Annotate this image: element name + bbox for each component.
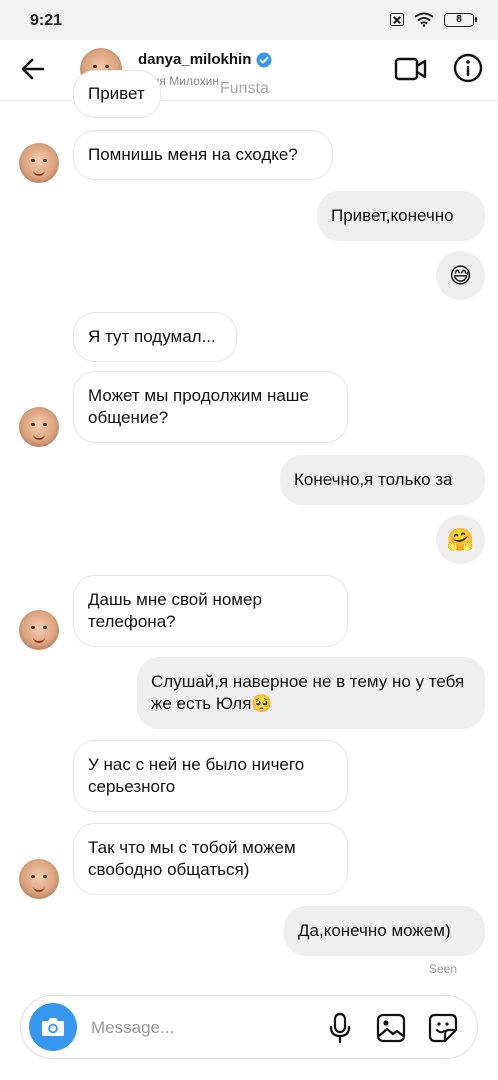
message-thread[interactable]: Привет Помнишь меня на сходке? Привет,ко…: [0, 70, 498, 990]
message-composer: [20, 995, 478, 1059]
status-icons: 8: [390, 12, 477, 27]
message-outgoing[interactable]: Конечно,я только за: [280, 455, 485, 505]
avatar-mouth: [33, 637, 45, 643]
avatar-eye: [43, 159, 47, 162]
sender-avatar[interactable]: [19, 143, 59, 183]
header-username-row[interactable]: danya_milokhin: [138, 51, 272, 68]
message-incoming[interactable]: Так что мы с тобой можем свободно общать…: [73, 823, 348, 895]
message-text: У нас с ней не было ничего серьезного: [88, 755, 305, 796]
info-icon[interactable]: [452, 52, 484, 84]
avatar-eye: [43, 626, 47, 629]
wifi-icon: [414, 12, 434, 27]
message-text: Привет: [88, 84, 145, 103]
message-incoming[interactable]: Я тут подумал...: [73, 312, 237, 362]
message-incoming[interactable]: Помнишь меня на сходке?: [73, 130, 333, 180]
message-text: Да,конечно можем): [298, 921, 451, 940]
avatar-mouth: [33, 170, 45, 176]
microphone-icon[interactable]: [325, 1012, 355, 1044]
message-incoming[interactable]: Может мы продолжим наше общение?: [73, 371, 348, 443]
message-incoming[interactable]: У нас с ней не было ничего серьезного: [73, 740, 348, 812]
sender-avatar[interactable]: [19, 859, 59, 899]
avatar-eye: [43, 875, 47, 878]
seen-indicator: Seen: [429, 962, 458, 976]
video-camera-icon[interactable]: [394, 54, 428, 84]
battery-icon: 8: [444, 12, 477, 27]
message-text: Я тут подумал...: [88, 327, 216, 346]
message-input[interactable]: [89, 1010, 313, 1046]
message-text: Конечно,я только за: [294, 470, 453, 489]
status-bar: 9:21 8: [0, 0, 498, 40]
message-text: Дашь мне свой номер телефона?: [88, 590, 262, 631]
watermark: Funsta: [220, 80, 269, 97]
avatar-mouth: [33, 886, 45, 892]
avatar-eye: [31, 159, 35, 162]
avatar-mouth: [33, 434, 45, 440]
no-sim-icon: [390, 13, 404, 26]
message-incoming[interactable]: Дашь мне свой номер телефона?: [73, 575, 348, 647]
header-username: danya_milokhin: [138, 51, 252, 68]
message-text: Слушай,я наверное не в тему но у тебя же…: [151, 672, 465, 713]
camera-icon: [42, 1018, 64, 1036]
sticker-icon[interactable]: [427, 1012, 459, 1044]
message-text: Привет,конечно: [331, 206, 454, 225]
message-emoji: 😅: [449, 262, 472, 288]
camera-button[interactable]: [29, 1003, 77, 1051]
message-emoji: 🤗: [446, 526, 475, 552]
message-outgoing[interactable]: Привет,конечно: [317, 191, 485, 241]
avatar-eye: [31, 423, 35, 426]
back-arrow-icon[interactable]: [18, 54, 48, 84]
message-outgoing[interactable]: Да,конечно можем): [284, 906, 485, 956]
avatar-eye: [43, 423, 47, 426]
gallery-icon[interactable]: [375, 1012, 407, 1044]
avatar-eye: [31, 626, 35, 629]
status-time: 9:21: [30, 12, 63, 29]
sender-avatar[interactable]: [19, 610, 59, 650]
message-outgoing-emoji[interactable]: 😅: [436, 251, 485, 300]
avatar-eye: [31, 875, 35, 878]
message-incoming[interactable]: Привет: [73, 70, 161, 118]
message-outgoing-emoji[interactable]: 🤗: [436, 515, 485, 564]
message-text: Так что мы с тобой можем свободно общать…: [88, 838, 296, 879]
message-outgoing[interactable]: Слушай,я наверное не в тему но у тебя же…: [137, 657, 485, 729]
avatar-eye: [93, 65, 97, 68]
message-text: Может мы продолжим наше общение?: [88, 386, 309, 427]
verified-icon: [256, 52, 272, 67]
sender-avatar[interactable]: [19, 407, 59, 447]
message-text: Помнишь меня на сходке?: [88, 145, 298, 164]
avatar-eye: [105, 65, 109, 68]
